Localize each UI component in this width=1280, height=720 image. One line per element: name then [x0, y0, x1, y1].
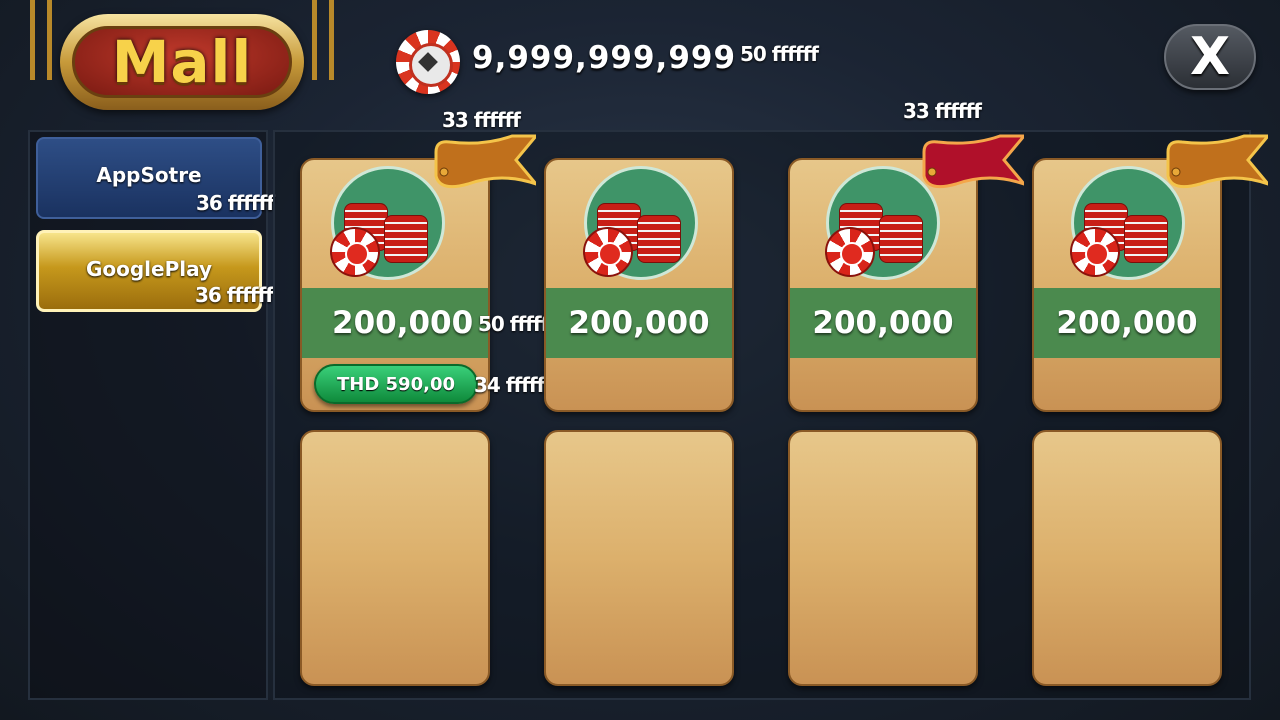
page-title: Mall [111, 28, 253, 96]
ribbon-icon [922, 134, 1024, 189]
ribbon-debug-label: 33 ffffff [903, 99, 982, 123]
chip-stack-icon [330, 166, 445, 280]
tab-googleplay[interactable]: GooglePlay 36 ffffff [36, 230, 274, 312]
chain-left-icon [30, 0, 52, 80]
ribbon-icon [1166, 134, 1268, 189]
title-inner: Mall [72, 26, 292, 98]
tab-label: AppSotre [96, 163, 202, 187]
close-button[interactable]: X [1164, 24, 1256, 90]
product-card[interactable]: 200,000 [544, 158, 734, 412]
product-card-empty [788, 430, 978, 686]
chain-right-icon [312, 0, 334, 80]
tab-label: GooglePlay [85, 257, 213, 281]
chip-coin-icon [396, 30, 460, 94]
chip-amount: 200,000 [790, 288, 976, 358]
tab-appstore[interactable]: AppSotre 36 ffffff [36, 137, 275, 219]
ribbon-icon [434, 134, 536, 189]
chip-stack-icon [583, 166, 698, 280]
ribbon-debug-label: 33 ffffff [442, 108, 521, 132]
chip-amount: 200,000 [1034, 288, 1220, 358]
product-card[interactable]: 200,000 [1032, 158, 1222, 412]
buy-button[interactable]: THD 590,00 [314, 364, 478, 404]
chip-amount: 200,000 [546, 288, 732, 358]
title-frame: Mall [60, 14, 304, 110]
close-icon: X [1189, 27, 1231, 87]
price-debug-label: 34 ffffff [474, 373, 553, 397]
tab-debug-label: 36 ffffff [195, 283, 274, 307]
product-card-empty [544, 430, 734, 686]
chip-amount: 200,000 [302, 288, 488, 358]
product-card[interactable]: 200,000 [788, 158, 978, 412]
product-card-empty [1032, 430, 1222, 686]
product-card-empty [300, 430, 490, 686]
store-sidebar: AppSotre 36 ffffff GooglePlay 36 ffffff [28, 130, 275, 700]
product-card[interactable]: 200,000 THD 590,00 [300, 158, 490, 412]
tab-debug-label: 36 ffffff [196, 191, 275, 215]
balance-debug-label: 50 ffffff [740, 42, 819, 66]
mall-title-plate: Mall [24, 0, 340, 118]
balance-value: 9,999,999,999 [472, 40, 737, 76]
